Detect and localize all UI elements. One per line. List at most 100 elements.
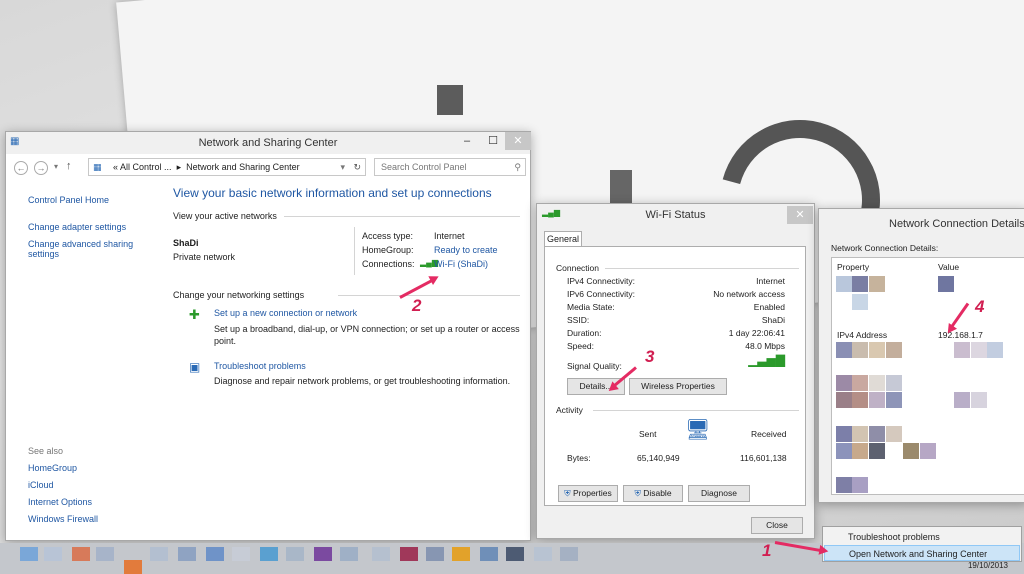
breadcrumb-separator: « [113, 162, 119, 172]
activity-group-label: Activity [556, 405, 583, 415]
wifi-status-dialog: ▂▄▆ Wi-Fi Status ✕ General Connection IP… [536, 203, 815, 539]
troubleshoot-icon: ▣ [189, 360, 201, 374]
title-bar[interactable]: ▂▄▆ Wi-Fi Status ✕ [537, 204, 814, 226]
address-bar-row: ← → ▾ ↑ ▦ « All Control ... ▸ Network an… [10, 158, 526, 178]
menu-item-open-network-center[interactable]: Open Network and Sharing Center [824, 545, 1020, 561]
taskbar-app[interactable] [400, 547, 418, 561]
address-box[interactable]: ▦ « All Control ... ▸ Network and Sharin… [88, 158, 366, 176]
control-panel-icon: ▦ [93, 162, 102, 172]
ssid-value: ShaDi [761, 315, 785, 325]
bytes-label: Bytes: [567, 453, 591, 463]
details-list[interactable]: Property Value IPv4 Address 192.168.1.7 [831, 257, 1024, 495]
clock-date[interactable]: 19/10/2013 [968, 561, 1008, 570]
window-title: Network and Sharing Center [198, 137, 338, 149]
speed-value: 48.0 Mbps [745, 341, 785, 351]
close-button[interactable]: ✕ [505, 132, 531, 150]
disable-button[interactable]: ⛨ Disable [623, 485, 683, 502]
close-dialog-button[interactable]: Close [751, 517, 803, 534]
blurred-cell [971, 392, 987, 408]
change-advanced-sharing-link[interactable]: Change advanced sharing settings [28, 239, 148, 259]
properties-button-label: Properties [573, 488, 612, 498]
taskbar-app[interactable] [150, 547, 168, 561]
troubleshoot-link[interactable]: Troubleshoot problems [214, 361, 306, 371]
taskbar-app[interactable] [286, 547, 304, 561]
windows-firewall-link[interactable]: Windows Firewall [28, 514, 98, 524]
taskbar-app[interactable] [124, 560, 142, 574]
change-adapter-settings-link[interactable]: Change adapter settings [28, 222, 126, 232]
diagnose-button[interactable]: Diagnose [688, 485, 750, 502]
homegroup-link[interactable]: Ready to create [434, 245, 498, 255]
icloud-link[interactable]: iCloud [28, 480, 54, 490]
taskbar-app[interactable] [314, 547, 332, 561]
internet-options-link[interactable]: Internet Options [28, 497, 92, 507]
ipv4-connectivity-label: IPv4 Connectivity: [567, 276, 636, 286]
taskbar-app[interactable] [560, 547, 578, 561]
control-panel-home-link[interactable]: Control Panel Home [28, 195, 109, 205]
ipv6-connectivity-label: IPv6 Connectivity: [567, 289, 636, 299]
breadcrumb-current[interactable]: Network and Sharing Center [186, 162, 300, 172]
chevron-down-icon[interactable]: ▾ [54, 162, 58, 171]
wifi-connection-link[interactable]: Wi-Fi (ShaDi) [434, 259, 488, 269]
annotation-label: 3 [645, 347, 655, 366]
tab-general[interactable]: General [544, 231, 582, 247]
maximize-button[interactable]: ☐ [480, 132, 506, 150]
taskbar-app[interactable] [96, 547, 114, 561]
forward-arrow-icon[interactable]: → [34, 161, 48, 175]
blurred-cell [836, 276, 852, 292]
wallpaper-shape [437, 85, 463, 115]
setup-description: Set up a broadband, dial-up, or VPN conn… [214, 324, 520, 346]
blurred-cell [869, 375, 885, 391]
refresh-icon[interactable]: ↻ [353, 159, 361, 175]
breadcrumb-separator: ▸ [174, 162, 184, 172]
taskbar-app[interactable] [44, 547, 62, 561]
taskbar-app[interactable] [480, 547, 498, 561]
media-state-label: Media State: [567, 302, 615, 312]
taskbar-app[interactable] [372, 547, 390, 561]
homegroup-link[interactable]: HomeGroup [28, 463, 77, 473]
up-arrow-icon[interactable]: ↑ [66, 160, 72, 172]
column-header-value[interactable]: Value [938, 262, 959, 272]
taskbar-app[interactable] [178, 547, 196, 561]
disable-button-label: Disable [643, 488, 672, 498]
taskbar-app[interactable] [206, 547, 224, 561]
search-input[interactable]: Search Control Panel ⚲ [374, 158, 526, 176]
chevron-down-icon[interactable]: ▾ [340, 159, 345, 175]
blurred-cell [920, 443, 936, 459]
minimize-button[interactable]: – [454, 132, 480, 150]
properties-button[interactable]: ⛨ Properties [558, 485, 618, 502]
menu-item-troubleshoot[interactable]: Troubleshoot problems [824, 529, 1020, 545]
blurred-cell [886, 375, 902, 391]
blurred-cell [869, 426, 885, 442]
blurred-cell [971, 342, 987, 358]
taskbar-app[interactable] [534, 547, 552, 561]
back-arrow-icon[interactable]: ← [14, 161, 28, 175]
connection-group-label: Connection [556, 263, 600, 273]
window-title: Network Connection Details [889, 218, 1024, 230]
change-settings-label: Change your networking settings [173, 290, 305, 300]
bytes-sent-value: 65,140,949 [637, 453, 680, 463]
title-bar[interactable]: ▦ Network and Sharing Center – ☐ ✕ [6, 132, 531, 154]
taskbar-app[interactable] [20, 547, 38, 561]
window-title: Wi-Fi Status [645, 209, 706, 221]
taskbar-app[interactable] [340, 547, 358, 561]
taskbar-app[interactable] [452, 547, 470, 561]
blurred-cell [903, 443, 919, 459]
close-button[interactable]: ✕ [787, 206, 813, 224]
speed-label: Speed: [567, 341, 594, 351]
taskbar-app[interactable] [426, 547, 444, 561]
taskbar-app[interactable] [72, 547, 90, 561]
taskbar-app[interactable] [232, 547, 250, 561]
wireless-properties-button[interactable]: Wireless Properties [629, 378, 727, 395]
search-icon[interactable]: ⚲ [514, 159, 521, 175]
column-header-property[interactable]: Property [837, 262, 869, 272]
taskbar-app[interactable] [506, 547, 524, 561]
taskbar-app[interactable] [260, 547, 278, 561]
breadcrumb-root[interactable]: All Control ... [120, 162, 172, 172]
setup-connection-link[interactable]: Set up a new connection or network [214, 308, 357, 318]
divider [354, 227, 355, 275]
blurred-cell [886, 426, 902, 442]
network-computer-icon: 🖥 [685, 419, 711, 441]
duration-value: 1 day 22:06:41 [728, 328, 785, 338]
title-bar[interactable]: Network Connection Details [819, 209, 1024, 239]
blurred-cell [836, 443, 852, 459]
